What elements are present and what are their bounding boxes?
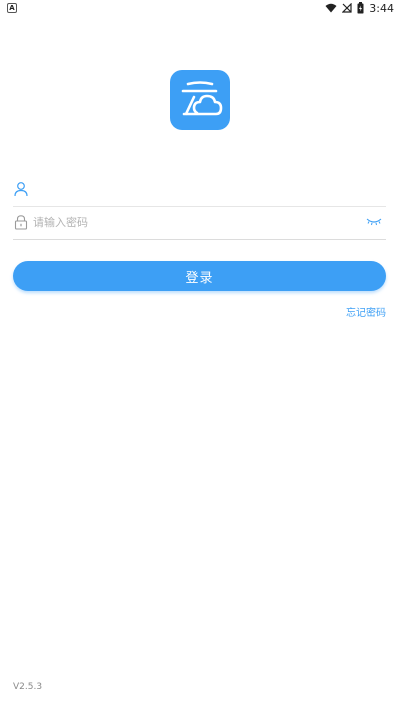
login-button[interactable]: 登录 <box>13 261 386 291</box>
status-time: 3:44 <box>369 1 394 15</box>
user-icon <box>14 182 28 197</box>
forgot-password-link[interactable]: 忘记密码 <box>346 304 386 319</box>
password-input[interactable] <box>33 211 353 233</box>
eye-closed-icon[interactable] <box>366 217 382 227</box>
notification-icon: A <box>7 3 17 13</box>
status-icons: 3:44 <box>325 1 394 15</box>
username-row <box>13 174 386 207</box>
password-row <box>13 207 386 240</box>
version-label: V2.5.3 <box>13 682 43 692</box>
battery-icon <box>357 2 364 14</box>
lock-icon <box>14 215 28 230</box>
status-bar: A 3:44 <box>0 0 400 16</box>
username-input[interactable] <box>33 178 353 200</box>
cloud-logo-icon <box>170 70 230 130</box>
signal-off-icon <box>342 3 352 13</box>
wifi-icon <box>325 3 337 13</box>
